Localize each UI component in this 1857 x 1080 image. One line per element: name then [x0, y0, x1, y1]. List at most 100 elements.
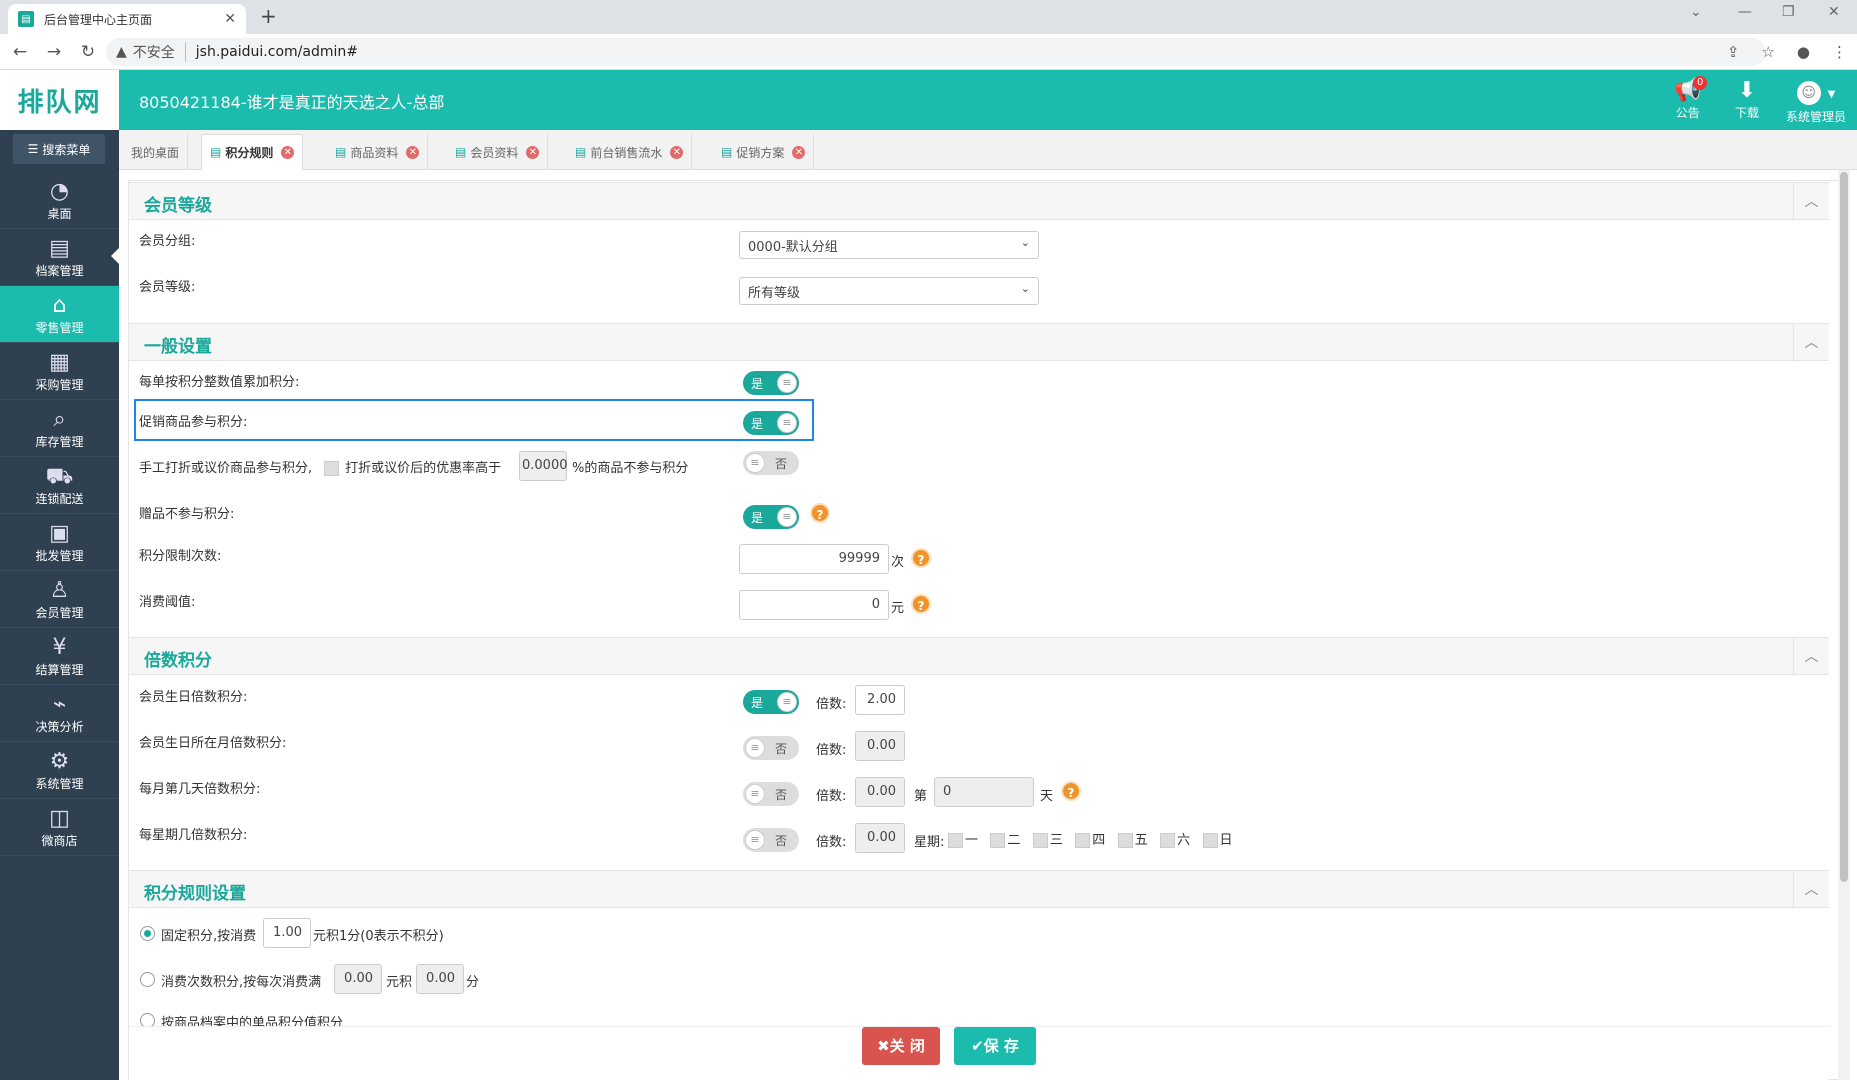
sidebar-item-purchase[interactable]: ▦ 采购管理: [0, 343, 119, 400]
collapse-icon[interactable]: ︿: [1793, 183, 1829, 221]
close-tab-icon[interactable]: ✕: [281, 145, 295, 159]
multiple-label: 倍数:: [816, 697, 847, 712]
section-title: 会员等级: [144, 196, 212, 216]
visit-points-radio[interactable]: [140, 972, 155, 987]
download-button[interactable]: ⬇ 下载: [1735, 78, 1759, 121]
close-tab-icon[interactable]: ✕: [792, 145, 806, 159]
save-button[interactable]: ✔保 存: [954, 1027, 1036, 1065]
toggle-knob: ≡: [777, 507, 797, 527]
bookmark-star-icon[interactable]: ☆: [1761, 43, 1774, 61]
fixed-points-radio[interactable]: [140, 926, 155, 941]
scrollbar[interactable]: [1838, 170, 1850, 1080]
weekday-option[interactable]: 六: [1160, 833, 1190, 848]
weekday-option[interactable]: 三: [1032, 833, 1063, 848]
sidebar-item-distribution[interactable]: ⛟ 连锁配送: [0, 457, 119, 514]
weekday-option[interactable]: 五: [1117, 833, 1148, 848]
spend-threshold-label: 消费阈值:: [139, 595, 196, 610]
weekday-option[interactable]: 四: [1075, 833, 1105, 848]
weekday-option[interactable]: 二: [990, 833, 1020, 848]
gift-points-toggle[interactable]: 是 ≡: [743, 505, 799, 529]
tab-promotion[interactable]: ▤ 促销方案 ✕: [713, 134, 815, 170]
share-icon[interactable]: ⇪: [1727, 43, 1740, 61]
tab-sales-flow[interactable]: ▤ 前台销售流水 ✕: [567, 134, 693, 170]
sidebar-item-analysis[interactable]: ⌁ 决策分析: [0, 685, 119, 742]
tab-search-icon[interactable]: ⌄: [1690, 4, 1702, 20]
monthly-day-input[interactable]: 0: [934, 777, 1034, 807]
discount-rate-input[interactable]: 0.0000: [519, 451, 568, 481]
close-tab-icon[interactable]: ✕: [224, 11, 236, 27]
monthly-day-toggle[interactable]: ≡ 否: [743, 782, 799, 806]
close-tab-icon[interactable]: ✕: [526, 145, 540, 159]
sidebar-item-system[interactable]: ⚙ 系统管理: [0, 742, 119, 799]
content-panel: [128, 180, 1840, 1080]
scrollbar-thumb[interactable]: [1840, 172, 1848, 882]
manual-discount-checkbox[interactable]: [324, 461, 339, 476]
tab-member-info[interactable]: ▤ 会员资料 ✕: [447, 134, 549, 170]
visit-spend-input[interactable]: 0.00: [334, 964, 382, 994]
weekday-option[interactable]: 一: [948, 833, 978, 848]
collapse-icon[interactable]: ︿: [1793, 324, 1829, 362]
restore-icon[interactable]: ❐: [1782, 4, 1795, 20]
manual-discount-toggle[interactable]: ≡ 否: [743, 451, 799, 475]
close-tab-icon[interactable]: ✕: [406, 145, 420, 159]
sidebar-item-inventory[interactable]: ⌕ 库存管理: [0, 400, 119, 457]
menu-dots-icon[interactable]: ⋮: [1832, 43, 1847, 61]
sidebar-item-settlement[interactable]: ¥ 结算管理: [0, 628, 119, 685]
help-icon[interactable]: ?: [911, 548, 931, 568]
monthly-day-multiple-input[interactable]: 0.00: [855, 777, 905, 807]
day-prefix: 第: [914, 789, 928, 804]
user-menu[interactable]: ☺ ▼ 系统管理员: [1786, 78, 1846, 125]
weekly-day-toggle[interactable]: ≡ 否: [743, 828, 799, 852]
sidebar-item-retail[interactable]: ⌂ 零售管理: [0, 286, 119, 343]
browser-tab[interactable]: ▤ 后台管理中心主页面 ✕: [8, 4, 246, 34]
member-level-select[interactable]: 所有等级 ⌄: [739, 277, 1039, 305]
back-icon[interactable]: ←: [6, 42, 34, 62]
sidebar-item-microstore[interactable]: ◫ 微商店: [0, 799, 119, 856]
sidebar: ☰ 搜索菜单 ◔ 桌面 ▤ 档案管理 ⌂ 零售管理 ▦ 采购管理 ⌕ 库存管理 ⛟ 连锁配送…: [0, 130, 119, 1080]
chevron-down-icon: ⌄: [1020, 282, 1030, 295]
weekly-day-multiple-input[interactable]: 0.00: [855, 823, 905, 853]
birthday-multiple-input[interactable]: 2.00: [855, 685, 905, 715]
help-icon[interactable]: ?: [810, 503, 830, 523]
url-field[interactable]: ▲ 不安全 jsh.paidui.com/admin#: [106, 38, 1766, 66]
collapse-icon[interactable]: ︿: [1793, 871, 1829, 909]
spend-threshold-input[interactable]: 0: [739, 590, 889, 620]
forward-icon[interactable]: →: [40, 42, 68, 62]
tab-product-info[interactable]: ▤ 商品资料 ✕: [327, 134, 429, 170]
sidebar-item-desktop[interactable]: ◔ 桌面: [0, 172, 119, 229]
close-tab-icon[interactable]: ✕: [670, 145, 684, 159]
notice-button[interactable]: 📢 0 公告: [1674, 76, 1708, 121]
close-window-icon[interactable]: ✕: [1828, 4, 1840, 20]
reload-icon[interactable]: ↻: [74, 42, 102, 62]
visit-points-input[interactable]: 0.00: [416, 964, 464, 994]
collapse-icon[interactable]: ︿: [1793, 638, 1829, 676]
fixed-points-input[interactable]: 1.00: [263, 918, 311, 948]
birthday-multiple-toggle[interactable]: 是 ≡: [743, 690, 799, 714]
accumulate-points-toggle[interactable]: 是 ≡: [743, 371, 799, 395]
promo-points-toggle[interactable]: 是 ≡: [743, 411, 799, 435]
doc-icon: ▤: [455, 145, 467, 159]
toggle-knob: ≡: [777, 413, 797, 433]
weekday-option[interactable]: 日: [1202, 833, 1233, 848]
dashboard-icon: ◔: [49, 179, 70, 204]
profile-icon[interactable]: ●: [1797, 43, 1810, 61]
member-group-select[interactable]: 0000-默认分组 ⌄: [739, 231, 1039, 259]
address-bar-row: ← → ↻ ▲ 不安全 jsh.paidui.com/admin# ⇪ ☆ ● …: [0, 34, 1857, 70]
birthday-month-toggle[interactable]: ≡ 否: [743, 736, 799, 760]
search-menu-button[interactable]: ☰ 搜索菜单: [13, 134, 105, 164]
birthday-month-input[interactable]: 0.00: [855, 731, 905, 761]
close-button[interactable]: ✖关 闭: [862, 1027, 940, 1065]
points-limit-input[interactable]: 99999: [739, 544, 889, 574]
sidebar-item-wholesale[interactable]: ▣ 批发管理: [0, 514, 119, 571]
help-icon[interactable]: ?: [911, 594, 931, 614]
tab-points-rules[interactable]: ▤ 积分规则 ✕: [201, 134, 304, 170]
help-icon[interactable]: ?: [1061, 781, 1081, 801]
tab-desktop[interactable]: 我的桌面: [123, 134, 189, 170]
minimize-icon[interactable]: —: [1738, 4, 1752, 20]
section-general: 一般设置 ︿: [129, 323, 1829, 362]
new-tab-icon[interactable]: +: [260, 4, 277, 28]
sidebar-item-archives[interactable]: ▤ 档案管理: [0, 229, 119, 286]
inventory-search-icon: ⌕: [53, 407, 66, 432]
sidebar-item-members[interactable]: ♙ 会员管理: [0, 571, 119, 628]
spend-threshold-unit: 元: [891, 601, 905, 616]
